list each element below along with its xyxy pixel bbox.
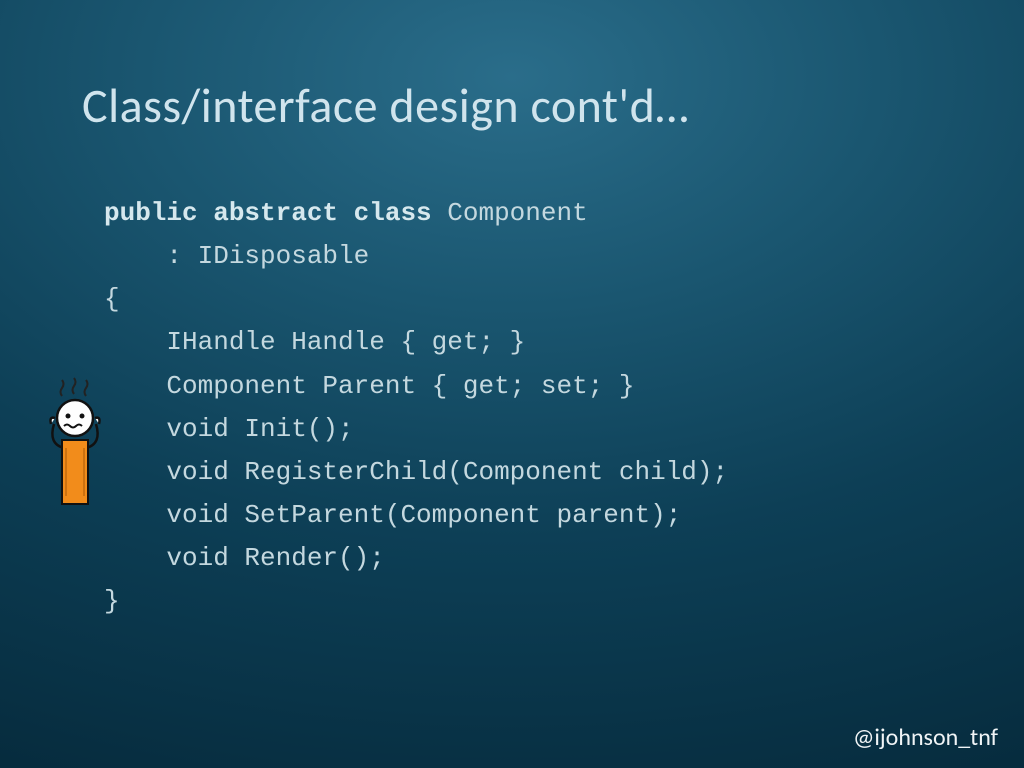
code-keyword: public abstract class: [104, 198, 432, 228]
code-line-2: {: [104, 278, 728, 321]
code-text: Component: [432, 198, 588, 228]
code-line-0: public abstract class Component: [104, 192, 728, 235]
code-line-8: void Render();: [104, 537, 728, 580]
slide-title: Class/interface design cont'd…: [82, 76, 689, 135]
code-line-6: void RegisterChild(Component child);: [104, 451, 728, 494]
code-line-9: }: [104, 580, 728, 623]
code-line-5: void Init();: [104, 408, 728, 451]
code-block: public abstract class Component : IDispo…: [104, 192, 728, 624]
author-handle: @ijohnson_tnf: [853, 723, 998, 752]
code-line-3: IHandle Handle { get; }: [104, 321, 728, 364]
code-line-1: : IDisposable: [104, 235, 728, 278]
code-line-4: Component Parent { get; set; }: [104, 365, 728, 408]
stressed-person-icon: [40, 376, 116, 536]
code-line-7: void SetParent(Component parent);: [104, 494, 728, 537]
